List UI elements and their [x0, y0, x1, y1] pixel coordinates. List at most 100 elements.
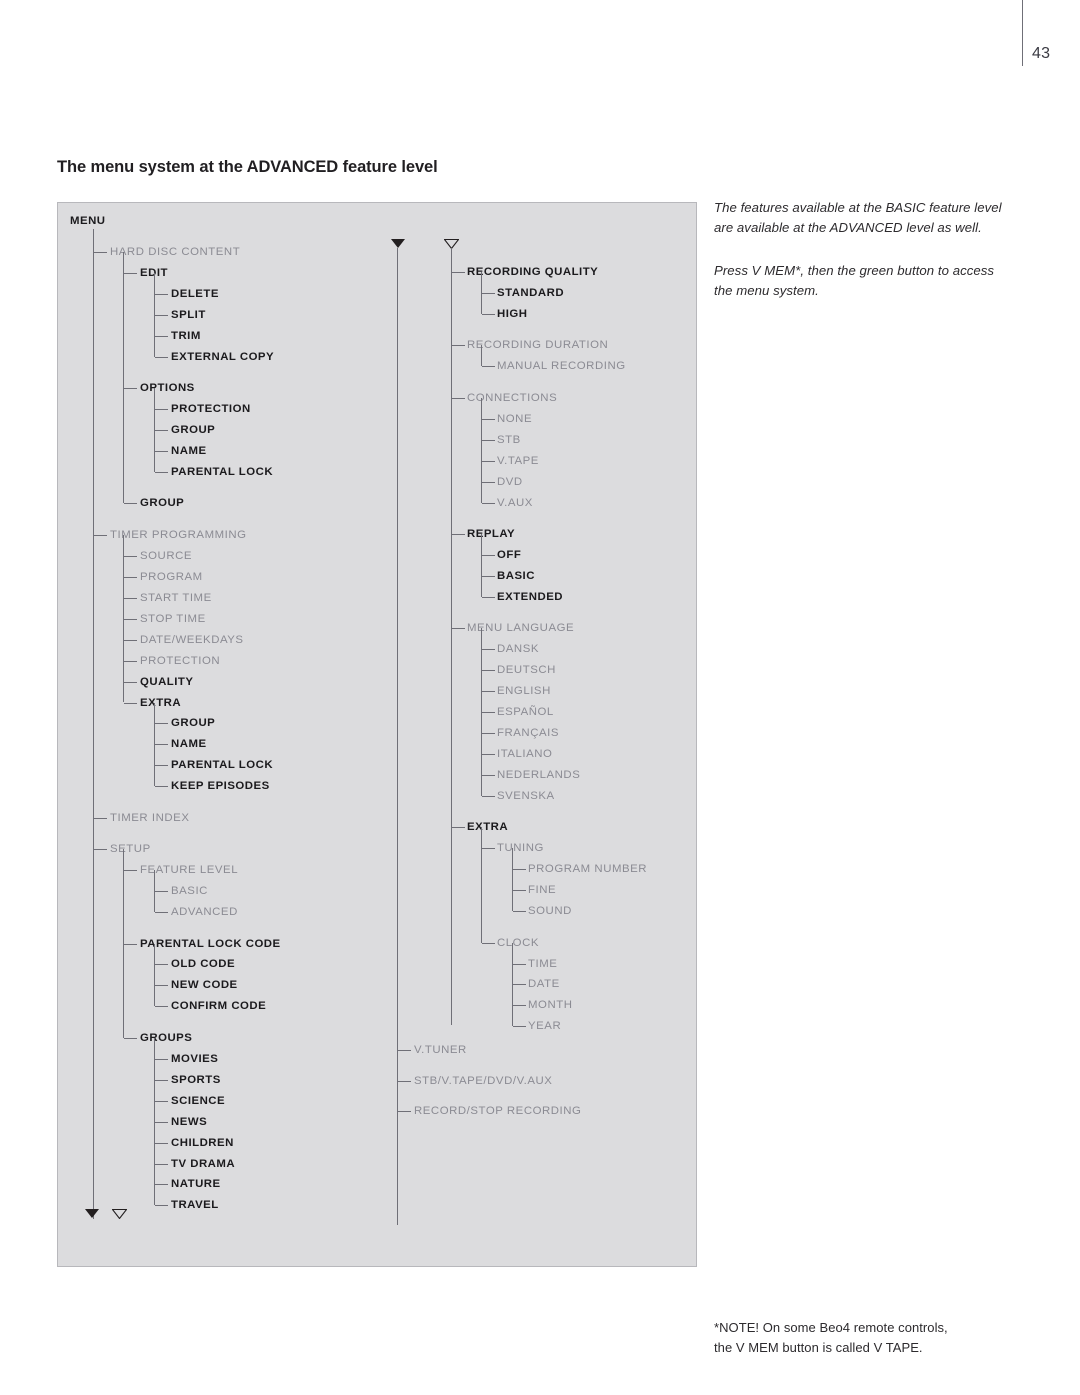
tree-connector-tick	[482, 733, 495, 734]
bottom-node-v-tuner: V.TUNER	[414, 1044, 467, 1056]
tree-connector-rail	[481, 345, 482, 367]
tree-connector-tick	[452, 827, 465, 829]
left-node-protection: PROTECTION	[171, 403, 251, 416]
tree-connector-tick	[155, 1006, 168, 1008]
left-node-group: GROUP	[171, 424, 216, 437]
tree-connector-tick	[452, 345, 465, 347]
left-node-program: PROGRAM	[140, 570, 203, 583]
bottom-node-stb-v-tape-dvd-v-aux: STB/V.TAPE/DVD/V.AUX	[414, 1075, 553, 1087]
left-node-parental-lock: PARENTAL LOCK	[171, 466, 274, 478]
left-node-science: SCIENCE	[171, 1094, 226, 1107]
tree-connector-rail	[154, 870, 155, 913]
right-node-manual-recording: MANUAL RECORDING	[497, 360, 626, 373]
right-node-sound: SOUND	[528, 905, 572, 918]
left-node-children: CHILDREN	[171, 1136, 234, 1149]
tree-connector-rail	[481, 827, 482, 943]
tree-connector-tick	[124, 597, 137, 599]
tree-connector-tick	[482, 596, 495, 598]
right-node-dvd: DVD	[497, 475, 523, 488]
tree-connector-tick	[513, 869, 526, 871]
tree-connector-tick	[155, 1205, 168, 1207]
tree-connector-tick	[155, 964, 168, 966]
left-node-setup: SETUP	[110, 843, 151, 856]
tree-connector-tick	[94, 849, 107, 851]
tree-connector-tick	[124, 555, 137, 557]
left-node-name: NAME	[171, 445, 207, 458]
tree-connector-tick	[482, 439, 495, 441]
tree-connector-tick	[482, 292, 495, 294]
tree-connector-tick	[155, 409, 168, 411]
left-node-group: GROUP	[140, 497, 185, 510]
tree-connector-tick	[155, 912, 168, 914]
tree-connector-rail	[154, 702, 155, 787]
note-paragraph-2: Press V MEM*, then the green button to a…	[714, 263, 995, 298]
tree-connector-tick	[482, 460, 495, 462]
right-node-italiano: ITALIANO	[497, 747, 553, 760]
arrow-down-filled-icon-top	[391, 239, 405, 248]
left-node-start-time: START TIME	[140, 591, 212, 604]
right-node-month: MONTH	[528, 999, 573, 1012]
right-node-basic: BASIC	[497, 569, 535, 582]
tree-connector-tick	[482, 753, 495, 755]
tree-connector-rail	[481, 533, 482, 597]
page-header-rule	[1022, 0, 1023, 66]
right-node-program-number: PROGRAM NUMBER	[528, 863, 648, 876]
tree-connector-rail	[481, 272, 482, 314]
tree-connector-tick	[155, 1058, 168, 1060]
tree-connector-tick	[482, 942, 495, 944]
tree-connector-tick	[513, 963, 526, 965]
left-node-group: GROUP	[171, 717, 216, 730]
left-node-new-code: NEW CODE	[171, 979, 238, 992]
tree-connector-tick	[452, 397, 465, 399]
tree-connector-tick	[513, 1026, 526, 1028]
left-node-trim: TRIM	[171, 329, 201, 342]
tree-connector-tick	[124, 272, 137, 274]
tree-connector-tick	[124, 576, 137, 578]
left-node-hard-disc-content: HARD DISC CONTENT	[110, 246, 241, 258]
right-node-fine: FINE	[528, 884, 557, 897]
left-node-source: SOURCE	[140, 549, 193, 562]
tree-connector-tick	[155, 314, 168, 316]
tree-connector-rail	[512, 942, 513, 1027]
right-node-year: YEAR	[528, 1020, 562, 1033]
right-node-standard: STANDARD	[497, 286, 565, 299]
tree-connector-tick	[124, 639, 137, 641]
tree-connector-tick	[124, 1037, 137, 1039]
tree-connector-rail	[154, 272, 155, 357]
left-node-movies: MOVIES	[171, 1052, 219, 1065]
menu-tree-diagram: MENU HARD DISC CONTENTEDITDELETESPLITTRI…	[57, 202, 697, 1267]
page-number: 43	[1032, 45, 1051, 62]
right-node-recording-duration: RECORDING DURATION	[467, 339, 609, 352]
arrow-down-filled-icon-bottom	[85, 1209, 99, 1218]
tree-connector-tick	[398, 1050, 411, 1051]
left-node-old-code: OLD CODE	[171, 958, 236, 971]
tree-connector-tick	[155, 1184, 168, 1186]
tree-connector-tick	[155, 335, 168, 337]
tree-connector-tick	[155, 1079, 168, 1081]
tree-connector-tick	[513, 1005, 526, 1007]
tree-connector-tick	[155, 1121, 168, 1123]
tree-connector-tick	[398, 1081, 411, 1082]
right-node-off: OFF	[497, 548, 522, 561]
left-node-sports: SPORTS	[171, 1073, 221, 1086]
left-node-basic: BASIC	[171, 885, 208, 898]
right-node-stb: STB	[497, 433, 521, 446]
left-node-travel: TRAVEL	[171, 1199, 219, 1212]
tree-connector-tick	[155, 356, 168, 358]
left-node-timer-programming: TIMER PROGRAMMING	[110, 528, 247, 541]
tree-connector-tick	[124, 618, 137, 620]
tree-connector-tick	[155, 786, 168, 788]
tree-connector-rail	[123, 252, 124, 504]
tree-connector-tick	[155, 985, 168, 987]
tree-connector-tick	[124, 660, 137, 662]
tree-connector-tick	[398, 1111, 411, 1112]
tree-connector-tick	[155, 451, 168, 453]
tree-connector-tick	[124, 681, 137, 683]
tree-connector-tick	[482, 418, 495, 420]
left-node-extra: EXTRA	[140, 696, 182, 709]
footnote-vmem: *NOTE! On some Beo4 remote controls, the…	[714, 1320, 948, 1355]
right-node-recording-quality: RECORDING QUALITY	[467, 266, 599, 278]
tree-connector-tick	[94, 252, 107, 253]
right-node-english: ENGLISH	[497, 685, 551, 698]
right-node-tuning: TUNING	[497, 842, 544, 855]
